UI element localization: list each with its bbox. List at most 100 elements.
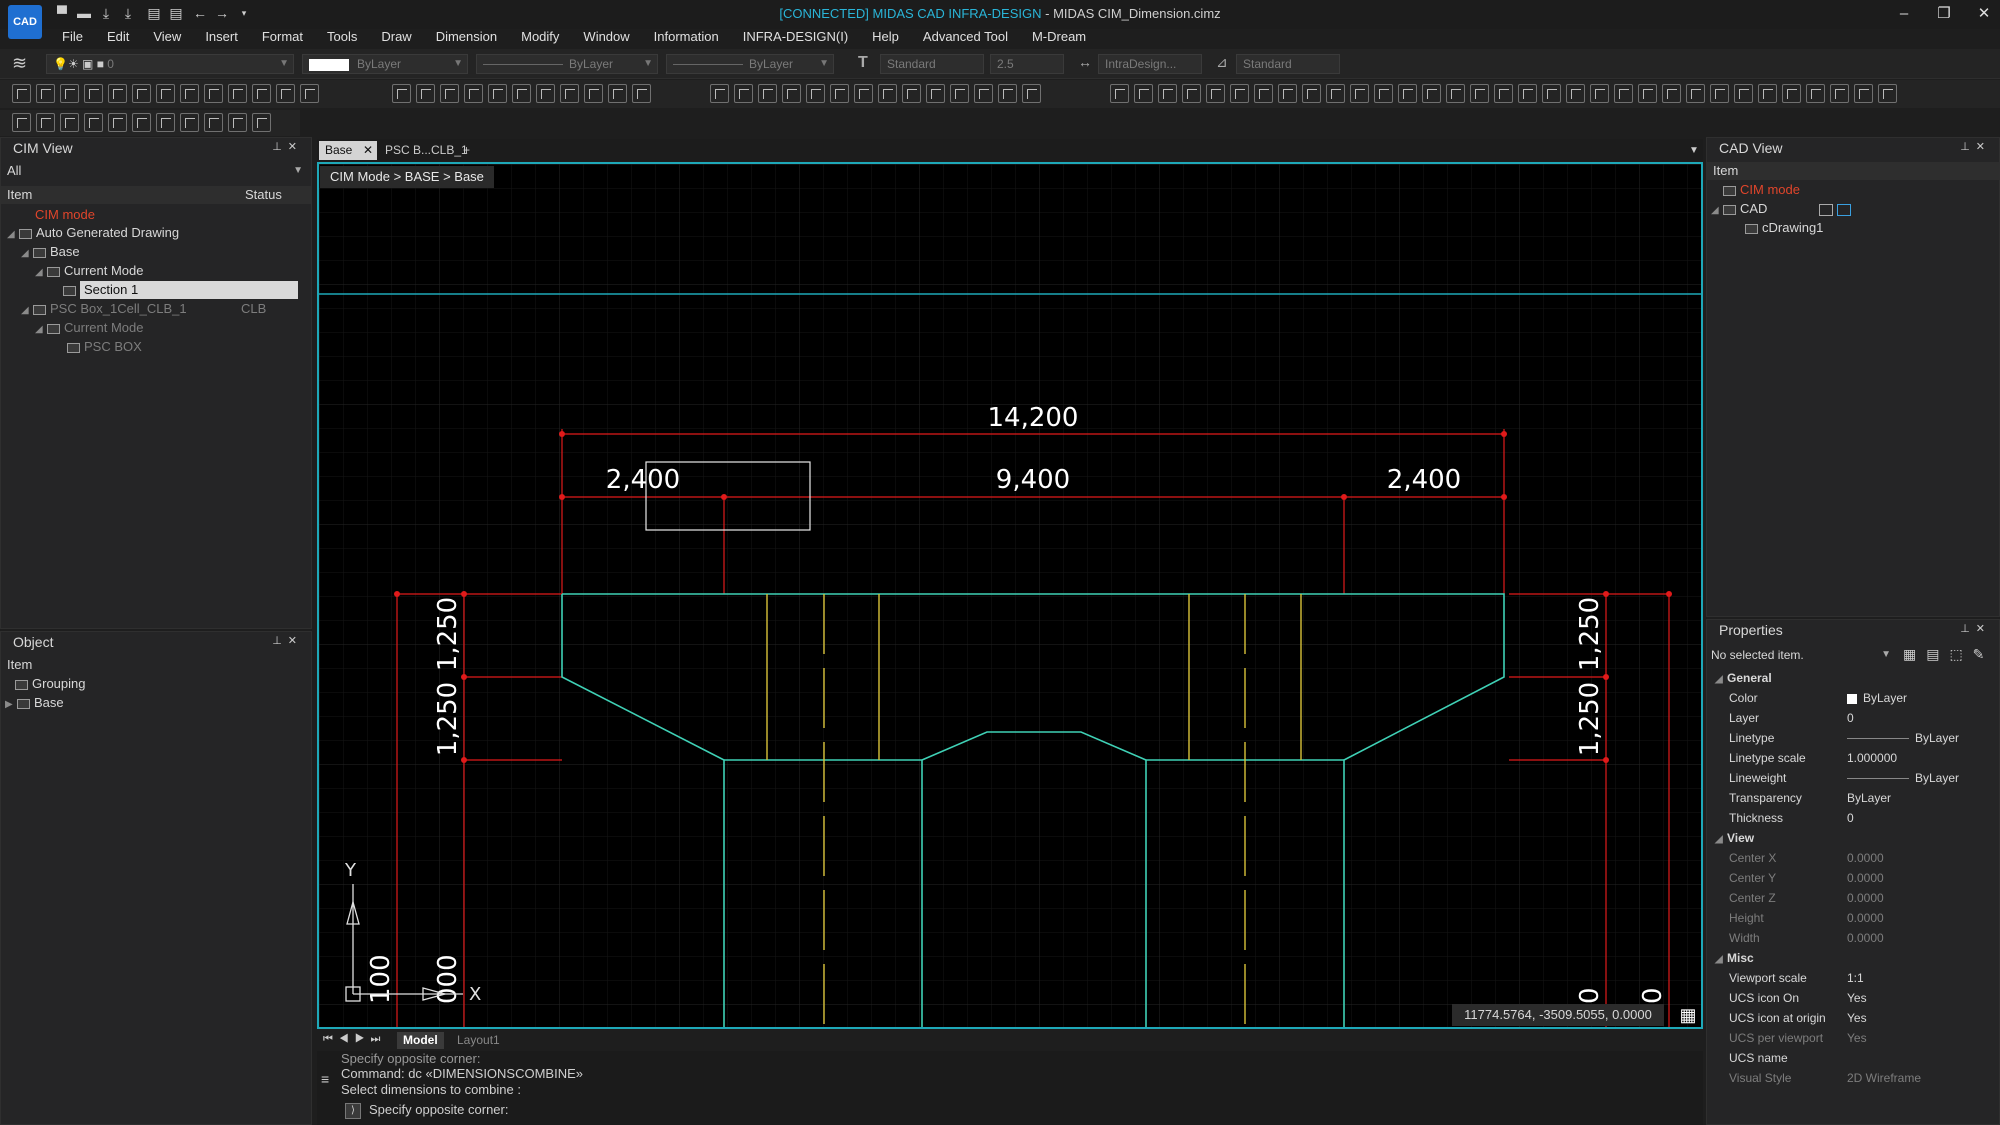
tree-cim-mode[interactable]: CIM mode bbox=[35, 206, 95, 224]
infra-tool-3-icon[interactable] bbox=[1158, 84, 1177, 103]
command-menu-icon[interactable]: ≡ bbox=[321, 1071, 329, 1087]
cad-tree-cad[interactable]: ◢ CAD bbox=[1711, 200, 1852, 218]
pin-icon[interactable]: ⊥ bbox=[1960, 141, 1976, 153]
menu-dimension[interactable]: Dimension bbox=[424, 28, 509, 48]
layer-combo[interactable]: 💡☀ ▣ ■ 0 ▼ bbox=[46, 54, 294, 74]
minimize-icon[interactable]: – bbox=[1890, 2, 1918, 26]
infra-tool-33-icon[interactable] bbox=[1878, 84, 1897, 103]
spline-icon[interactable] bbox=[560, 84, 579, 103]
object-grouping[interactable]: Grouping bbox=[15, 675, 85, 693]
dim-ordinate-icon[interactable] bbox=[132, 84, 151, 103]
arc-icon[interactable] bbox=[440, 84, 459, 103]
infra-tool-10-icon[interactable] bbox=[1326, 84, 1345, 103]
prop-layer[interactable]: Layer 0 bbox=[1707, 708, 1997, 728]
cad-view-icon-1[interactable] bbox=[1819, 203, 1834, 216]
panel-close-icon[interactable]: ✕ bbox=[1976, 623, 1991, 635]
collapse-icon[interactable]: ◢ bbox=[21, 245, 33, 263]
tree-current-mode-2[interactable]: ◢ Current Mode bbox=[35, 319, 143, 337]
dim-style-icon[interactable]: ↔ bbox=[1078, 54, 1092, 70]
dim-bottom-right2-text[interactable]: 0 bbox=[1638, 987, 1668, 1004]
menu-draw[interactable]: Draw bbox=[369, 28, 423, 48]
menu-edit[interactable]: Edit bbox=[95, 28, 141, 48]
table-style-icon[interactable]: ⊿ bbox=[1216, 54, 1228, 71]
pin-icon[interactable]: ⊥ bbox=[1960, 623, 1976, 635]
dim-aligned-icon[interactable] bbox=[36, 84, 55, 103]
infra-tool-5-icon[interactable] bbox=[1206, 84, 1225, 103]
grid-layout-icon[interactable]: ▦ bbox=[1675, 1003, 1701, 1027]
infra-tool-7-icon[interactable] bbox=[1254, 84, 1273, 103]
infra-tool-26-icon[interactable] bbox=[1710, 84, 1729, 103]
linetype-combo[interactable]: ByLayer ▼ bbox=[476, 54, 658, 74]
divide-icon[interactable] bbox=[1022, 84, 1041, 103]
collapse-icon[interactable]: ◢ bbox=[7, 226, 19, 244]
wipeout-icon[interactable] bbox=[950, 84, 969, 103]
leader-icon[interactable] bbox=[710, 84, 729, 103]
drawing-canvas[interactable]: 14,200 2,400 9,400 2,400 1,250 1,250 1,2… bbox=[317, 162, 1703, 1029]
dim-edit-icon[interactable] bbox=[60, 84, 79, 103]
tree-section-1[interactable]: Section 1 bbox=[63, 281, 301, 299]
close-window-icon[interactable]: ✕ bbox=[1970, 2, 1998, 26]
menu-file[interactable]: File bbox=[50, 28, 95, 48]
properties-toolbar-icons[interactable]: ▦▤⬚✎ bbox=[1903, 646, 1994, 663]
dim-right-v2-text[interactable]: 1,250 bbox=[1575, 682, 1605, 756]
dim-left-v1-text[interactable]: 1,250 bbox=[433, 597, 463, 671]
dim-break-icon[interactable] bbox=[228, 84, 247, 103]
infra-tool-19-icon[interactable] bbox=[1542, 84, 1561, 103]
menu-view[interactable]: View bbox=[141, 28, 193, 48]
dim-chain-icon[interactable] bbox=[156, 84, 175, 103]
dim-table-icon[interactable] bbox=[180, 84, 199, 103]
snap-2-icon[interactable] bbox=[36, 113, 55, 132]
infra-tool-9-icon[interactable] bbox=[1302, 84, 1321, 103]
cad-tree-cim-mode[interactable]: CIM mode bbox=[1723, 181, 1800, 199]
insert-block-icon[interactable] bbox=[878, 84, 897, 103]
prop-ucs-icon-origin[interactable]: UCS icon at origin Yes bbox=[1707, 1008, 1997, 1028]
scale-icon[interactable] bbox=[204, 113, 223, 132]
prop-viewport-scale[interactable]: Viewport scale 1:1 bbox=[1707, 968, 1997, 988]
dim-style-combo[interactable]: IntraDesign... bbox=[1098, 54, 1202, 74]
ortho-icon[interactable] bbox=[132, 113, 151, 132]
pin-icon[interactable]: ⊥ bbox=[272, 141, 288, 153]
panel-close-icon[interactable]: ✕ bbox=[288, 635, 303, 647]
rectangle-icon[interactable] bbox=[512, 84, 531, 103]
infra-tool-13-icon[interactable] bbox=[1398, 84, 1417, 103]
cad-view-icon-2[interactable] bbox=[1837, 203, 1852, 216]
mleader-icon[interactable] bbox=[734, 84, 753, 103]
revcloud-icon[interactable] bbox=[974, 84, 993, 103]
prop-linetype[interactable]: Linetype ByLayer bbox=[1707, 728, 1997, 748]
dim-continue-icon[interactable] bbox=[84, 84, 103, 103]
infra-tool-30-icon[interactable] bbox=[1806, 84, 1825, 103]
prop-thickness[interactable]: Thickness 0 bbox=[1707, 808, 1997, 828]
tab-layout1[interactable]: Layout1 bbox=[457, 1032, 500, 1049]
menu-m-dream[interactable]: M-Dream bbox=[1020, 28, 1098, 48]
tree-current-mode[interactable]: ◢ Current Mode bbox=[35, 262, 143, 280]
menu-insert[interactable]: Insert bbox=[193, 28, 250, 48]
section-general[interactable]: ◢ General bbox=[1715, 668, 1772, 688]
color-combo[interactable]: ByLayer ▼ bbox=[302, 54, 468, 74]
object-base[interactable]: ▶ Base bbox=[5, 694, 64, 712]
select-icon[interactable] bbox=[84, 113, 103, 132]
dim-baseline-icon[interactable] bbox=[108, 84, 127, 103]
tab-close-icon[interactable]: ✕ bbox=[363, 141, 373, 160]
menu-format[interactable]: Format bbox=[250, 28, 315, 48]
line-icon[interactable] bbox=[392, 84, 411, 103]
section-misc[interactable]: ◢ Misc bbox=[1715, 948, 1754, 968]
infra-tool-29-icon[interactable] bbox=[1782, 84, 1801, 103]
infra-tool-24-icon[interactable] bbox=[1662, 84, 1681, 103]
dim-left-v2-text[interactable]: 1,250 bbox=[433, 682, 463, 756]
menu-advanced-tool[interactable]: Advanced Tool bbox=[911, 28, 1020, 48]
infra-tool-12-icon[interactable] bbox=[1374, 84, 1393, 103]
infra-tool-22-icon[interactable] bbox=[1614, 84, 1633, 103]
infra-tool-23-icon[interactable] bbox=[1638, 84, 1657, 103]
polyline-icon[interactable] bbox=[416, 84, 435, 103]
boundary-icon[interactable] bbox=[632, 84, 651, 103]
dim-right-text[interactable]: 2,400 bbox=[1387, 465, 1461, 495]
section-view[interactable]: ◢ View bbox=[1715, 828, 1754, 848]
dim-space-icon[interactable] bbox=[276, 84, 295, 103]
tree-psc-box[interactable]: ◢ PSC Box_1Cell_CLB_1 bbox=[21, 300, 187, 318]
ellipse-icon[interactable] bbox=[488, 84, 507, 103]
prop-color[interactable]: Color ByLayer bbox=[1707, 688, 1997, 708]
infra-tool-8-icon[interactable] bbox=[1278, 84, 1297, 103]
region-icon[interactable] bbox=[608, 84, 627, 103]
layout-nav-icons[interactable]: ⏮◀▶⏭ bbox=[323, 1033, 386, 1046]
add-tab-icon[interactable]: + bbox=[457, 141, 476, 160]
